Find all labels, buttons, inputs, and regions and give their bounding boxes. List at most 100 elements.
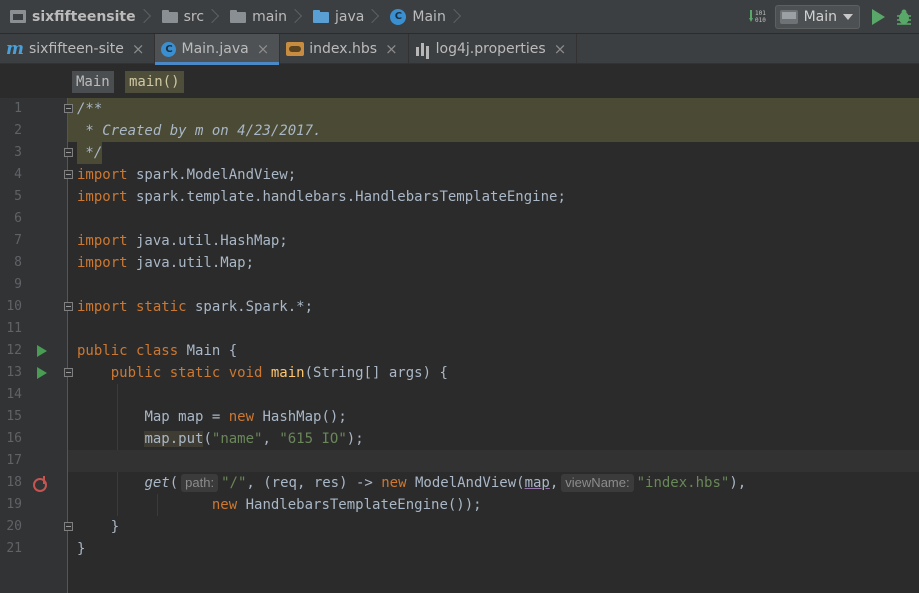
nav-crumb-src[interactable]: src — [152, 0, 220, 34]
keyword: import — [77, 189, 128, 205]
code-line: 5 import spark.template.handlebars.Handl… — [0, 186, 919, 208]
close-icon[interactable]: × — [257, 40, 270, 58]
string-literal: "index.hbs" — [636, 475, 730, 491]
line-number: 5 — [14, 189, 22, 204]
close-icon[interactable]: × — [554, 40, 567, 58]
chevron-right-icon — [142, 0, 152, 34]
keyword: import — [77, 233, 128, 249]
code-line: 16 map.put("name", "615 IO"); — [0, 428, 919, 450]
parameter-hint: viewName: — [561, 474, 634, 492]
line-number: 1 — [14, 101, 22, 116]
project-folder-icon — [10, 10, 26, 23]
code-token: ); — [346, 431, 364, 447]
run-configuration-select[interactable]: Main — [774, 5, 860, 29]
code-token: spark.ModelAndView; — [127, 167, 297, 183]
chevron-right-icon — [370, 0, 380, 34]
class-icon — [161, 41, 177, 57]
fold-marker-icon[interactable] — [64, 302, 73, 311]
line-number: 6 — [14, 211, 22, 226]
code-token: , — [262, 431, 280, 447]
run-icon[interactable] — [872, 9, 885, 25]
tab-index-hbs[interactable]: index.hbs × — [280, 34, 409, 64]
breakpoint-icon[interactable] — [33, 476, 47, 492]
code-text: /** — [77, 101, 103, 117]
code-text: * Created by m on 4/23/2017. — [77, 123, 322, 139]
fold-marker-icon[interactable] — [64, 148, 73, 157]
code-token: , — [549, 475, 559, 491]
close-icon[interactable]: × — [385, 40, 398, 58]
line-number: 18 — [6, 475, 22, 490]
tab-label: log4j.properties — [435, 41, 546, 57]
nav-crumb-label: java — [335, 8, 365, 25]
code-line: 20 } — [0, 516, 919, 538]
run-configuration-label: Main — [803, 9, 837, 25]
code-text: new HandlebarsTemplateEngine()); — [77, 494, 482, 516]
keyword: new — [381, 475, 407, 491]
code-editor[interactable]: 1 /** 2 * Created by m on 4/23/2017. 3 *… — [0, 98, 919, 593]
code-text: map.put("name", "615 IO"); — [77, 428, 364, 450]
keyword: import static — [77, 299, 187, 315]
tab-sixfifteen-site[interactable]: m sixfifteen-site × — [0, 34, 156, 64]
code-text: import java.util.HashMap; — [77, 230, 288, 252]
tab-main-java[interactable]: Main.java × — [155, 34, 281, 65]
nav-crumb-class[interactable]: Main — [380, 0, 461, 34]
code-text: } — [77, 541, 86, 557]
fold-marker-icon[interactable] — [64, 368, 73, 377]
code-line: 14 — [0, 384, 919, 406]
build-project-icon[interactable]: 101 010 — [748, 7, 769, 27]
folder-icon — [161, 10, 178, 23]
code-text: public static void main(String[] args) { — [77, 362, 448, 384]
line-number: 12 — [6, 343, 22, 358]
code-text: Map map = new HashMap(); — [77, 406, 347, 428]
svg-text:010: 010 — [755, 17, 766, 24]
navigation-bar: sixfifteensite src main java Main 101 01… — [0, 0, 919, 34]
fold-marker-icon[interactable] — [64, 522, 73, 531]
run-gutter-icon[interactable] — [37, 345, 47, 357]
class-icon — [390, 8, 407, 25]
debug-icon[interactable] — [895, 8, 913, 26]
code-text: get(path: "/", (req, res) -> new ModelAnd… — [77, 472, 746, 494]
tab-log4j-properties[interactable]: log4j.properties × — [409, 34, 578, 64]
code-token: ModelAndView( — [406, 475, 525, 491]
nav-crumb-main[interactable]: main — [220, 0, 303, 34]
breadcrumb-method[interactable]: main() — [125, 71, 184, 93]
breadcrumb-class[interactable]: Main — [72, 71, 114, 93]
code-line: 3 */ — [0, 142, 919, 164]
code-line: 8 import java.util.Map; — [0, 252, 919, 274]
method-name: get — [144, 475, 170, 491]
code-line: 11 — [0, 318, 919, 340]
code-line: 19 new HandlebarsTemplateEngine()); — [0, 494, 919, 516]
fold-marker-icon[interactable] — [64, 104, 73, 113]
fold-marker-icon[interactable] — [64, 170, 73, 179]
line-number: 21 — [6, 541, 22, 556]
line-number: 7 — [14, 233, 22, 248]
line-number: 3 — [14, 145, 22, 160]
code-text: } — [77, 516, 119, 538]
code-line: 2 * Created by m on 4/23/2017. — [0, 120, 919, 142]
tab-label: index.hbs — [309, 41, 378, 57]
code-token: (String[] args) { — [304, 365, 448, 381]
code-token: , (req, res) -> — [246, 475, 382, 491]
caret-row-highlight — [68, 450, 919, 472]
code-token: Map map = — [144, 409, 229, 425]
code-token: ), — [729, 475, 747, 491]
code-token: HashMap(); — [254, 409, 347, 425]
close-icon[interactable]: × — [132, 40, 145, 58]
chevron-right-icon — [452, 0, 462, 34]
nav-crumb-project[interactable]: sixfifteensite — [0, 0, 152, 34]
run-gutter-icon[interactable] — [37, 367, 47, 379]
code-line: 13 public static void main(String[] args… — [0, 362, 919, 384]
code-line: 4 import spark.ModelAndView; — [0, 164, 919, 186]
line-number: 17 — [6, 453, 22, 468]
code-text: public class Main { — [77, 340, 237, 362]
nav-crumb-java[interactable]: java — [303, 0, 380, 34]
code-line: 18 get(path: "/", (req, res) -> new Model… — [0, 472, 919, 494]
code-token: Main { — [178, 343, 238, 359]
application-config-icon — [779, 10, 798, 24]
line-number: 19 — [6, 497, 22, 512]
nav-crumb-label: src — [183, 8, 205, 25]
code-text: */ — [77, 142, 103, 164]
